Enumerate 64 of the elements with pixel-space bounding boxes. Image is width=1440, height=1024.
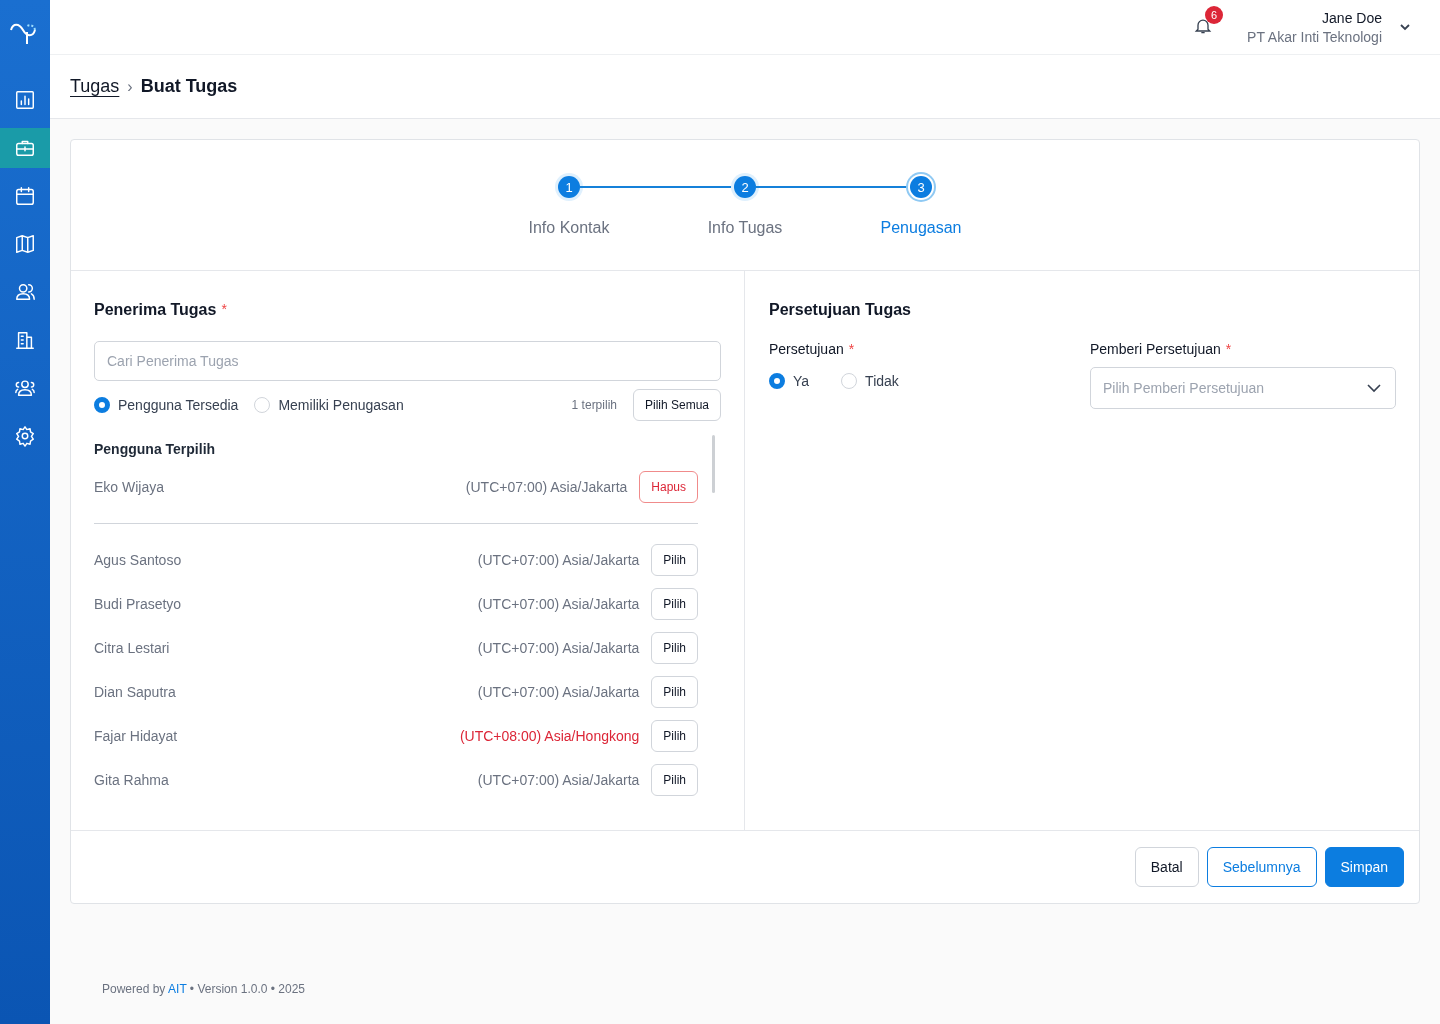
timezone-label: (UTC+07:00) Asia/Jakarta xyxy=(477,640,640,656)
timezone-label: (UTC+07:00) Asia/Jakarta xyxy=(477,552,640,568)
user-name: Agus Santoso xyxy=(94,552,183,568)
scrollbar-thumb[interactable] xyxy=(712,435,715,493)
radio-option[interactable]: Tidak xyxy=(841,373,899,389)
step-number: 2 xyxy=(734,176,756,198)
user-name: Dian Saputra xyxy=(94,684,177,700)
radio-option[interactable]: Memiliki Penugasan xyxy=(254,397,404,413)
select-button[interactable]: Pilih xyxy=(651,632,698,664)
step-label: Penugasan xyxy=(880,219,962,237)
field-label: Pemberi Persetujuan xyxy=(1090,341,1221,357)
step-number: 1 xyxy=(558,176,580,198)
company-name: PT Akar Inti Teknologi xyxy=(1247,28,1382,45)
subsection-title: Pengguna Terpilih xyxy=(94,441,217,457)
required-mark: * xyxy=(848,341,855,357)
radio-button[interactable] xyxy=(769,373,785,389)
required-mark: * xyxy=(1225,341,1232,357)
footer-text: Powered by AIT • Version 1.0.0 • 2025 xyxy=(102,982,306,996)
breadcrumb-current: Buat Tugas xyxy=(140,76,238,97)
section-title: Penerima Tugas xyxy=(94,301,217,319)
radio-button[interactable] xyxy=(94,397,110,413)
field-label: Persetujuan xyxy=(769,341,844,357)
group-icon xyxy=(14,377,36,399)
footer-link[interactable]: AIT xyxy=(168,982,187,996)
select-button[interactable]: Pilih xyxy=(651,676,698,708)
user-name: Citra Lestari xyxy=(94,640,171,656)
required-mark: * xyxy=(221,301,227,319)
previous-button[interactable]: Sebelumnya xyxy=(1206,847,1317,887)
search-field[interactable]: Cari Penerima Tugas xyxy=(94,341,721,381)
user-name: Jane Doe xyxy=(1322,9,1382,26)
building-icon xyxy=(14,329,36,351)
calendar-icon xyxy=(14,185,36,207)
radio-option[interactable]: Pengguna Tersedia xyxy=(94,397,239,413)
settings-icon xyxy=(14,425,36,447)
timezone-label: (UTC+07:00) Asia/Jakarta xyxy=(477,596,640,612)
select-button[interactable]: Pilih xyxy=(651,720,698,752)
sidebar-item[interactable] xyxy=(0,128,50,168)
notification-badge: 6 xyxy=(1205,6,1224,24)
step-label: Info Kontak xyxy=(528,219,610,237)
user-name: Fajar Hidayat xyxy=(94,728,179,744)
timezone-label: (UTC+07:00) Asia/Jakarta xyxy=(477,684,640,700)
map-icon xyxy=(14,233,36,255)
select-button[interactable]: Pilih xyxy=(651,588,698,620)
timezone-label: (UTC+07:00) Asia/Jakarta xyxy=(477,772,640,788)
select-button[interactable]: Pilih xyxy=(651,764,698,796)
step-label: Info Tugas xyxy=(707,219,783,237)
selected-count: 1 terpilih xyxy=(571,398,617,412)
timezone-label: (UTC+08:00) Asia/Hongkong xyxy=(459,728,640,744)
users-icon xyxy=(14,281,36,303)
user-name: Budi Prasetyo xyxy=(94,596,183,612)
user-name: Gita Rahma xyxy=(94,772,170,788)
cancel-button[interactable]: Batal xyxy=(1134,847,1199,887)
section-title: Persetujuan Tugas xyxy=(769,301,911,319)
select-button[interactable]: Pilih xyxy=(651,544,698,576)
select-all-button[interactable]: Pilih Semua xyxy=(632,389,721,421)
remove-button[interactable]: Hapus xyxy=(639,471,698,503)
save-button[interactable]: Simpan xyxy=(1324,847,1404,887)
chart-icon xyxy=(14,89,36,111)
step-number: 3 xyxy=(910,176,932,198)
breadcrumb-separator: › xyxy=(127,77,133,96)
radio-option[interactable]: Ya xyxy=(769,373,810,389)
timezone-label: (UTC+07:00) Asia/Jakarta xyxy=(465,479,628,495)
user-name: Eko Wijaya xyxy=(94,479,166,495)
breadcrumb-link[interactable]: Tugas xyxy=(70,76,120,97)
